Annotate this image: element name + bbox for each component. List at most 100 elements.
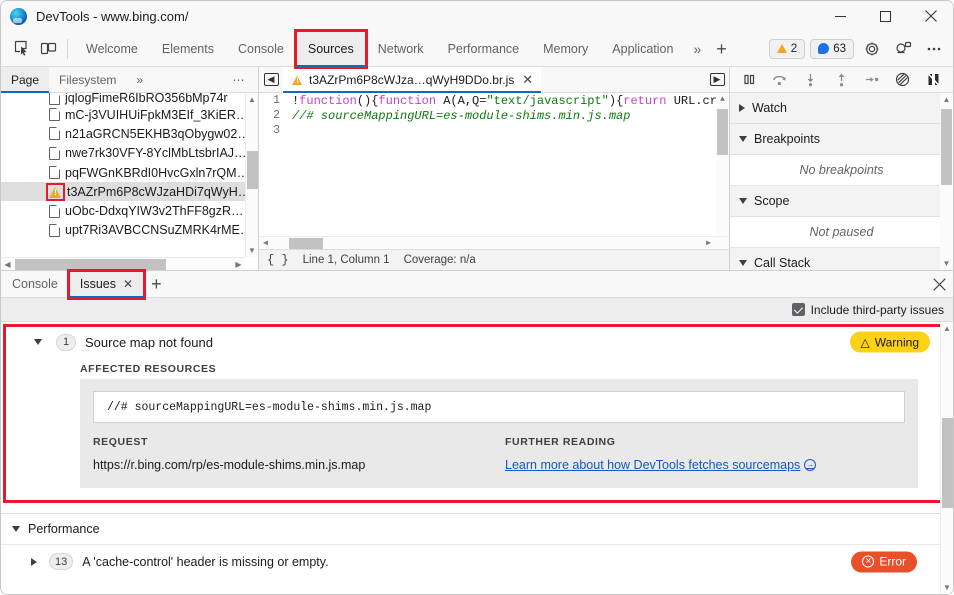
warning-icon (49, 186, 62, 198)
warning-count-label: 2 (791, 43, 797, 55)
scrollbar-thumb[interactable] (247, 151, 258, 189)
tab-elements[interactable]: Elements (150, 31, 226, 67)
pretty-print-icon[interactable]: { } (267, 253, 289, 267)
chevron-right-icon[interactable] (31, 558, 37, 566)
file-icon (49, 166, 60, 179)
nav-tab-filesystem[interactable]: Filesystem (49, 67, 126, 93)
drawer-tab-issues[interactable]: Issues ✕ (69, 271, 144, 298)
scroll-left-arrow-icon[interactable]: ◀ (259, 237, 272, 249)
device-toolbar-icon[interactable] (35, 36, 61, 62)
maximize-button[interactable] (863, 1, 908, 31)
scrollbar-thumb[interactable] (942, 418, 953, 508)
drawer-tab-strip: Console Issues ✕ + (1, 271, 953, 298)
pause-resume-icon[interactable] (738, 69, 760, 91)
step-icon[interactable] (861, 69, 883, 91)
list-item[interactable]: n21aGRCN5EKHB3qObygw02… (1, 124, 258, 143)
chevron-down-icon (739, 136, 747, 142)
navigator-vertical-scrollbar[interactable]: ▲ ▼ (245, 93, 258, 257)
list-item-selected[interactable]: t3AZrPm6P8cWJzaHDi7qWyH… (1, 182, 258, 201)
list-item[interactable]: mC-j3VUIHUiFpkM3EIf_3KiER… (1, 105, 258, 124)
scrollbar-thumb[interactable] (15, 259, 166, 270)
editor-vertical-scrollbar[interactable]: ▲ (716, 93, 729, 236)
editor-horizontal-scrollbar[interactable]: ◀ ▶ (259, 236, 729, 249)
chevron-down-icon[interactable] (34, 339, 42, 345)
code-token: "text/javascript" (486, 94, 608, 108)
section-scope[interactable]: Scope (730, 186, 953, 217)
list-item[interactable]: uObc-DdxqYIW3v2ThFF8gzR… (1, 201, 258, 220)
scroll-down-arrow-icon[interactable]: ▼ (940, 257, 953, 270)
scroll-right-arrow-icon[interactable]: ▶ (232, 258, 245, 270)
scope-empty-text: Not paused (730, 217, 953, 248)
close-icon[interactable]: ✕ (522, 72, 533, 88)
chevron-down-icon (739, 260, 747, 266)
scroll-down-arrow-icon[interactable]: ▼ (941, 581, 953, 594)
pause-on-exceptions-icon[interactable] (923, 69, 945, 91)
scroll-right-arrow-icon[interactable]: ▶ (702, 237, 715, 249)
scroll-up-arrow-icon[interactable]: ▲ (940, 93, 953, 106)
nav-more-tabs-button[interactable]: » (126, 67, 153, 93)
section-breakpoints[interactable]: Breakpoints (730, 124, 953, 155)
step-out-icon[interactable] (830, 69, 852, 91)
group-header-performance[interactable]: Performance (1, 514, 953, 544)
warning-counter[interactable]: 2 (769, 39, 805, 59)
navigate-back-icon[interactable]: ◀ (259, 67, 283, 93)
step-into-icon[interactable] (800, 69, 822, 91)
further-reading-link[interactable]: Learn more about how DevTools fetches so… (505, 458, 816, 472)
scroll-up-arrow-icon[interactable]: ▲ (246, 93, 258, 106)
tab-sources[interactable]: Sources (296, 31, 366, 67)
navigate-forward-icon[interactable]: ▶ (705, 67, 729, 93)
more-options-icon[interactable] (921, 36, 947, 62)
devtools-customize-icon[interactable] (890, 36, 916, 62)
list-item[interactable]: pqFWGnKBRdI0HvcGxln7rQM… (1, 163, 258, 182)
close-button[interactable] (908, 1, 953, 31)
drawer-close-button[interactable] (925, 271, 953, 298)
issues-vertical-scrollbar[interactable]: ▲ ▼ (940, 322, 953, 594)
deactivate-breakpoints-icon[interactable] (892, 69, 914, 91)
drawer-add-tab-button[interactable]: + (144, 271, 169, 298)
navigator-horizontal-scrollbar[interactable]: ◀ ▶ (1, 257, 245, 270)
inspect-element-icon[interactable] (9, 36, 35, 62)
chevron-down-icon[interactable] (12, 526, 20, 532)
debugger-vertical-scrollbar[interactable]: ▲ ▼ (940, 93, 953, 270)
tab-application[interactable]: Application (600, 31, 685, 67)
list-item[interactable]: upt7Ri3AVBCCNSuZMRK4rME… (1, 221, 258, 240)
scroll-left-arrow-icon[interactable]: ◀ (1, 258, 14, 270)
scrollbar-thumb[interactable] (289, 238, 323, 249)
more-tabs-button[interactable]: » (685, 31, 709, 67)
section-watch[interactable]: Watch (730, 93, 953, 124)
debugger-pane: Watch Breakpoints No breakpoints Scope N… (729, 67, 953, 270)
scrollbar-thumb[interactable] (941, 109, 952, 185)
scroll-up-arrow-icon[interactable]: ▲ (941, 322, 953, 335)
step-over-icon[interactable] (769, 69, 791, 91)
tab-memory[interactable]: Memory (531, 31, 600, 67)
gear-icon[interactable] (859, 36, 885, 62)
list-item[interactable]: nwe7rk30VFY-8YclMbLtsbrIAJ… (1, 144, 258, 163)
editor-tab-active[interactable]: t3AZrPm6P8cWJza…qWyH9DDo.br.js ✕ (283, 67, 541, 93)
message-count-label: 63 (833, 43, 846, 55)
navigator-tabs: Page Filesystem » ⋯ (1, 67, 258, 93)
issue-cache-control[interactable]: 13 A 'cache-control' header is missing o… (1, 544, 953, 578)
tab-network[interactable]: Network (366, 31, 436, 67)
navigator-menu-button[interactable]: ⋯ (221, 73, 259, 87)
code-editor[interactable]: 1 !function(){function A(A,Q="text/javas… (259, 93, 729, 249)
request-label: REQUEST (93, 436, 493, 448)
file-name: jqlogFimeR6IbRO356bMp74r (65, 93, 228, 105)
scroll-down-arrow-icon[interactable]: ▼ (246, 244, 258, 257)
tab-welcome[interactable]: Welcome (74, 31, 150, 67)
issue-header[interactable]: 1 Source map not found △ Warning (6, 327, 940, 357)
nav-tab-page[interactable]: Page (1, 67, 49, 93)
message-counter[interactable]: 63 (810, 39, 854, 59)
drawer-tab-console[interactable]: Console (1, 271, 69, 298)
scrollbar-thumb[interactable] (717, 109, 728, 155)
add-tab-button[interactable]: + (709, 31, 734, 67)
minimize-button[interactable] (818, 1, 863, 31)
code-line: 2 //# sourceMappingURL=es-module-shims.m… (259, 108, 729, 123)
line-number: 1 (259, 94, 287, 107)
tab-performance[interactable]: Performance (436, 31, 532, 67)
list-item[interactable]: jqlogFimeR6IbRO356bMp74r (1, 93, 258, 105)
section-call-stack[interactable]: Call Stack (730, 248, 953, 270)
third-party-checkbox[interactable] (792, 303, 805, 316)
close-icon[interactable]: ✕ (123, 271, 133, 298)
tab-console[interactable]: Console (226, 31, 296, 67)
scroll-up-arrow-icon[interactable]: ▲ (716, 93, 729, 106)
